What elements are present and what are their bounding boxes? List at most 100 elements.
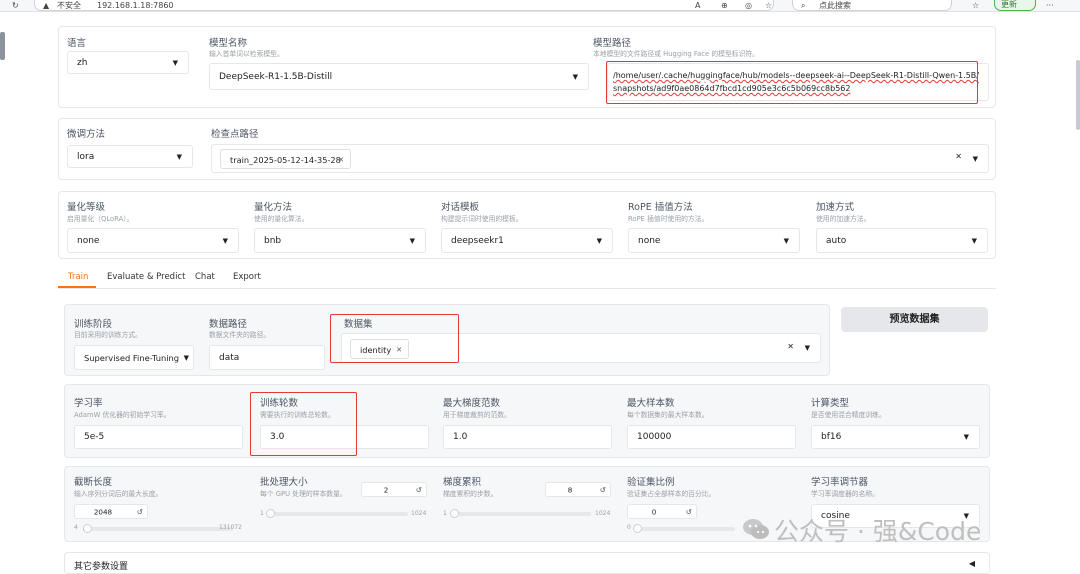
checkpoint-chip[interactable]: train_2025-05-12-14-35-28 ✕ — [220, 149, 351, 169]
grad-acc-slider[interactable] — [451, 512, 591, 516]
address-bar[interactable]: ▲ 不安全 192.168.1.18:7860 A ⊕ ◎ ☆ — [34, 0, 774, 11]
more-icon[interactable]: ··· — [1046, 0, 1054, 12]
reset-icon[interactable]: ↺ — [600, 485, 606, 494]
max-grad-value: 1.0 — [453, 432, 468, 442]
batch-number[interactable]: 2 ↺ — [361, 482, 427, 497]
cutoff-slider-handle[interactable] — [83, 524, 93, 533]
lr-desc: AdamW 优化器的初始学习率。 — [74, 411, 171, 419]
max-samples-input[interactable]: 100000 — [627, 425, 796, 449]
checkpoint-multiselect[interactable]: train_2025-05-12-14-35-28 ✕ ✕ ▼ — [211, 144, 989, 173]
template-value: deepseekr1 — [451, 235, 504, 246]
tab-chat[interactable]: Chat — [195, 272, 215, 282]
stage-desc: 目前采用的训练方式。 — [74, 331, 142, 339]
active-tab-indicator — [58, 286, 96, 288]
favorite-icon[interactable]: ☆ — [765, 0, 772, 12]
language-value: zh — [77, 57, 88, 68]
rope-value: none — [638, 235, 661, 246]
accel-label: 加速方式 — [816, 202, 855, 213]
epochs-highlight — [250, 392, 357, 456]
max-samples-label: 最大样本数 — [627, 398, 675, 409]
collapse-icon[interactable]: ◀ — [969, 559, 975, 568]
accel-select[interactable]: auto ▼ — [816, 228, 988, 253]
quant-level-select[interactable]: none ▼ — [67, 228, 239, 253]
dataset-highlight — [330, 314, 459, 363]
model-name-label: 模型名称 — [209, 38, 248, 49]
reset-icon[interactable]: ↺ — [416, 485, 422, 494]
remove-chip-icon[interactable]: ✕ — [338, 150, 344, 170]
update-label: 更新 — [1001, 0, 1017, 9]
chevron-down-icon: ▼ — [971, 236, 977, 245]
checkpoint-chip-text: train_2025-05-12-14-35-28 — [230, 155, 341, 165]
cutoff-slider[interactable] — [83, 527, 233, 531]
tab-evaluate-predict[interactable]: Evaluate & Predict — [107, 272, 185, 282]
grad-acc-number[interactable]: 8 ↺ — [545, 482, 611, 497]
wechat-icon — [743, 519, 769, 539]
other-settings-accordion[interactable]: 其它参数设置 ◀ — [64, 552, 990, 574]
model-name-select[interactable]: DeepSeek-R1-1.5B-Distill ▼ — [209, 63, 589, 90]
stage-value: Supervised Fine-Tuning — [84, 352, 180, 363]
dataset-dir-input[interactable]: data — [209, 345, 325, 370]
browser-toolbar: ↻ ▲ 不安全 192.168.1.18:7860 A ⊕ ◎ ☆ ⌕ 点此搜索… — [0, 0, 1080, 12]
cutoff-number[interactable]: 2048 ↺ — [74, 504, 148, 519]
template-label: 对话模板 — [441, 202, 480, 213]
scheduler-label: 学习率调节器 — [811, 477, 869, 488]
grad-acc-min: 1 — [443, 510, 447, 517]
val-number[interactable]: 0 ↺ — [627, 504, 697, 519]
preview-dataset-button[interactable]: 预览数据集 — [841, 307, 988, 332]
lr-label: 学习率 — [74, 398, 103, 409]
chevron-down-icon[interactable]: ▼ — [805, 344, 810, 352]
favorites-icon[interactable]: ☆ — [972, 0, 979, 12]
grad-acc-max: 1024 — [595, 510, 611, 517]
stage-select[interactable]: Supervised Fine-Tuning ▼ — [74, 345, 194, 370]
val-value: 0 — [651, 507, 657, 516]
grad-acc-label: 梯度累积 — [443, 477, 482, 488]
model-path-highlight — [606, 61, 978, 104]
cutoff-value: 2048 — [93, 507, 113, 516]
warning-icon: ▲ — [43, 1, 50, 10]
chevron-down-icon[interactable]: ▼ — [973, 155, 978, 163]
read-aloud-icon[interactable]: A — [695, 0, 700, 12]
security-label: 不安全 — [57, 1, 81, 10]
clear-icon[interactable]: ✕ — [787, 342, 794, 351]
batch-desc: 每个 GPU 处理的样本数量。 — [260, 490, 347, 498]
model-path-desc: 本地模型的文件路径或 Hugging Face 的模型标识符。 — [593, 50, 759, 58]
rope-select[interactable]: none ▼ — [628, 228, 800, 253]
batch-slider-handle[interactable] — [266, 509, 276, 518]
rope-label: RoPE 插值方法 — [628, 202, 693, 213]
compute-select[interactable]: bf16 ▼ — [811, 425, 980, 449]
chevron-down-icon: ▼ — [783, 236, 789, 245]
template-select[interactable]: deepseekr1 ▼ — [441, 228, 613, 253]
update-button[interactable]: 更新 — [994, 0, 1036, 11]
zoom-icon[interactable]: ⊕ — [721, 0, 728, 12]
url-text[interactable]: 192.168.1.18:7860 — [97, 0, 174, 12]
max-grad-input[interactable]: 1.0 — [443, 425, 612, 449]
batch-max: 1024 — [411, 510, 427, 517]
left-edge-tab — [0, 32, 5, 60]
learning-panel: 学习率 AdamW 优化器的初始学习率。 5e-5 训练轮数 需要执行的训练总轮… — [64, 384, 990, 458]
chevron-down-icon: ▼ — [596, 236, 602, 245]
grad-acc-slider-handle[interactable] — [449, 509, 459, 518]
reset-icon[interactable]: ↺ — [137, 507, 143, 516]
quant-level-label: 量化等级 — [67, 202, 106, 213]
batch-slider[interactable] — [268, 512, 408, 516]
tab-export[interactable]: Export — [233, 272, 261, 282]
val-slider[interactable] — [635, 527, 735, 531]
tab-train[interactable]: Train — [68, 272, 88, 282]
clear-icon[interactable]: ✕ — [955, 152, 962, 161]
browser-search[interactable]: ⌕ 点此搜索 — [792, 0, 952, 11]
val-slider-handle[interactable] — [633, 524, 642, 533]
max-grad-desc: 用于梯度裁剪的范数。 — [443, 411, 511, 419]
lr-input[interactable]: 5e-5 — [74, 425, 243, 449]
batch-min: 1 — [260, 510, 264, 517]
scrollbar[interactable] — [1076, 60, 1080, 130]
language-select[interactable]: zh ▼ — [67, 51, 189, 74]
quant-method-select[interactable]: bnb ▼ — [254, 228, 426, 253]
finetune-method-select[interactable]: lora ▼ — [67, 145, 193, 168]
reload-icon[interactable]: ↻ — [12, 0, 19, 12]
quant-level-value: none — [77, 235, 100, 246]
reset-icon[interactable]: ↺ — [686, 507, 692, 516]
quant-method-value: bnb — [264, 235, 282, 246]
chevron-down-icon: ▼ — [572, 72, 578, 81]
scheduler-desc: 学习率调度器的名称。 — [811, 490, 879, 498]
extension-icon[interactable]: ◎ — [745, 0, 752, 12]
